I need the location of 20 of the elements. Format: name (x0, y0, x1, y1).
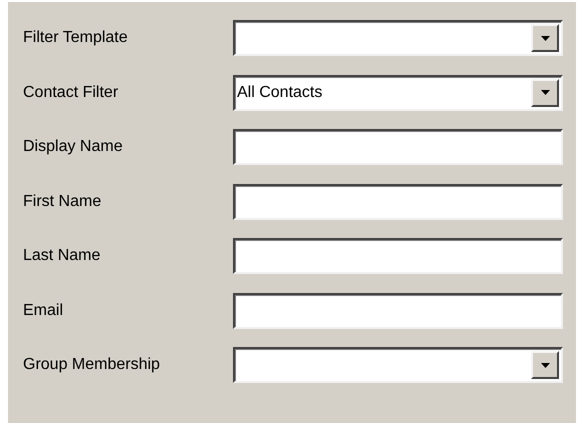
input-field[interactable] (233, 238, 563, 274)
dropdown-button[interactable] (531, 351, 559, 379)
caret-icon (540, 36, 550, 40)
dropdown-field[interactable]: All Contacts (233, 74, 563, 110)
field-label: Email (23, 302, 64, 320)
caret-icon (540, 90, 550, 95)
field-label: Display Name (23, 138, 124, 156)
caret-icon (540, 362, 550, 368)
field-label: Group Membership (23, 356, 161, 374)
input-field[interactable] (233, 292, 563, 328)
field-label: Filter Template (23, 29, 129, 47)
dropdown-field[interactable] (233, 347, 563, 383)
dropdown-field[interactable] (233, 20, 563, 56)
input-field[interactable] (233, 129, 563, 165)
dropdown-button[interactable] (531, 24, 559, 52)
field-label: Last Name (23, 247, 102, 265)
field-label: First Name (23, 192, 102, 210)
field-label: Contact Filter (23, 84, 120, 102)
dropdown-button[interactable] (531, 78, 559, 106)
input-field[interactable] (233, 184, 563, 220)
